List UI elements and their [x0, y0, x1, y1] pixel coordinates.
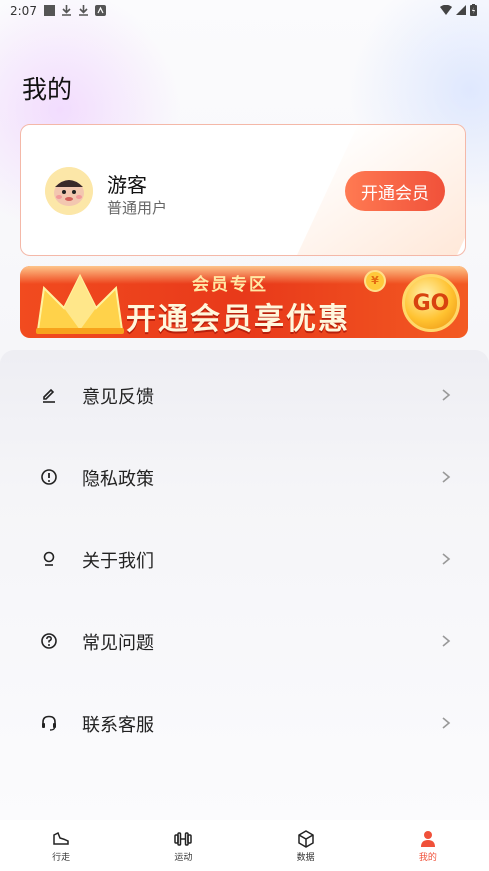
crown-icon	[36, 273, 124, 334]
chevron-right-icon	[442, 553, 451, 565]
menu-item-feedback[interactable]: 意见反馈	[0, 356, 489, 438]
cube-icon	[297, 830, 314, 848]
chevron-right-icon	[442, 471, 451, 483]
chevron-right-icon	[442, 635, 451, 647]
menu-item-support[interactable]: 联系客服	[0, 684, 489, 766]
tab-exercise[interactable]: 运动	[122, 820, 244, 871]
banner-subtitle: 会员专区	[192, 275, 268, 295]
tab-data[interactable]: 数据	[245, 820, 367, 871]
shoe-icon	[53, 831, 69, 845]
menu-item-faq[interactable]: 常见问题	[0, 602, 489, 684]
edit-icon	[43, 388, 55, 403]
signal-icon	[456, 5, 466, 15]
notification-square-icon	[44, 5, 55, 16]
tab-label-exercise: 运动	[174, 853, 193, 863]
menu-label-feedback: 意见反馈	[82, 387, 154, 408]
status-bar: 2:07	[0, 0, 489, 22]
menu-label-support: 联系客服	[82, 715, 154, 736]
tab-label-walk: 行走	[52, 853, 71, 863]
battery-icon	[470, 4, 477, 16]
status-time: 2:07	[10, 4, 37, 18]
question-icon	[41, 633, 57, 649]
user-level: 普通用户	[107, 199, 168, 217]
menu-item-privacy[interactable]: 隐私政策	[0, 438, 489, 520]
banner-headline: 开通会员享优惠	[126, 302, 350, 337]
tab-mine[interactable]: 我的	[367, 820, 489, 871]
coin-icon: ¥	[364, 270, 386, 292]
wifi-icon	[440, 5, 452, 15]
chevron-right-icon	[442, 389, 451, 401]
user-name: 游客	[107, 173, 147, 197]
profile-card[interactable]: 游客 普通用户 开通会员	[20, 124, 466, 256]
user-icon	[420, 831, 435, 847]
open-vip-button[interactable]: 开通会员	[345, 171, 445, 211]
app-notification-icon	[95, 5, 106, 16]
bottom-tab-bar: 行走 运动 数据 我的	[0, 820, 489, 871]
menu-label-privacy: 隐私政策	[82, 469, 154, 490]
headset-icon	[42, 715, 56, 731]
notification-icons	[44, 5, 106, 16]
tab-label-data: 数据	[296, 853, 315, 863]
settings-menu: 意见反馈 隐私政策 关于我们 常见问题 联系客服	[0, 350, 489, 820]
page-title: 我的	[22, 75, 73, 104]
go-button[interactable]: GO	[402, 274, 460, 332]
system-icons	[440, 4, 477, 16]
download-icon-2	[79, 5, 88, 16]
vip-promo-banner[interactable]: 会员专区 开通会员享优惠 ¥ GO	[20, 266, 468, 338]
cartoon-avatar-icon	[45, 167, 93, 215]
tab-label-mine: 我的	[418, 853, 437, 863]
avatar[interactable]	[45, 167, 93, 215]
about-icon	[43, 551, 55, 566]
privacy-icon	[41, 469, 57, 485]
chevron-right-icon	[442, 717, 451, 729]
dumbbell-icon	[174, 832, 193, 846]
menu-label-faq: 常见问题	[82, 633, 154, 654]
menu-item-about[interactable]: 关于我们	[0, 520, 489, 602]
download-icon	[62, 5, 71, 16]
menu-label-about: 关于我们	[82, 551, 154, 572]
tab-walk[interactable]: 行走	[0, 820, 122, 871]
